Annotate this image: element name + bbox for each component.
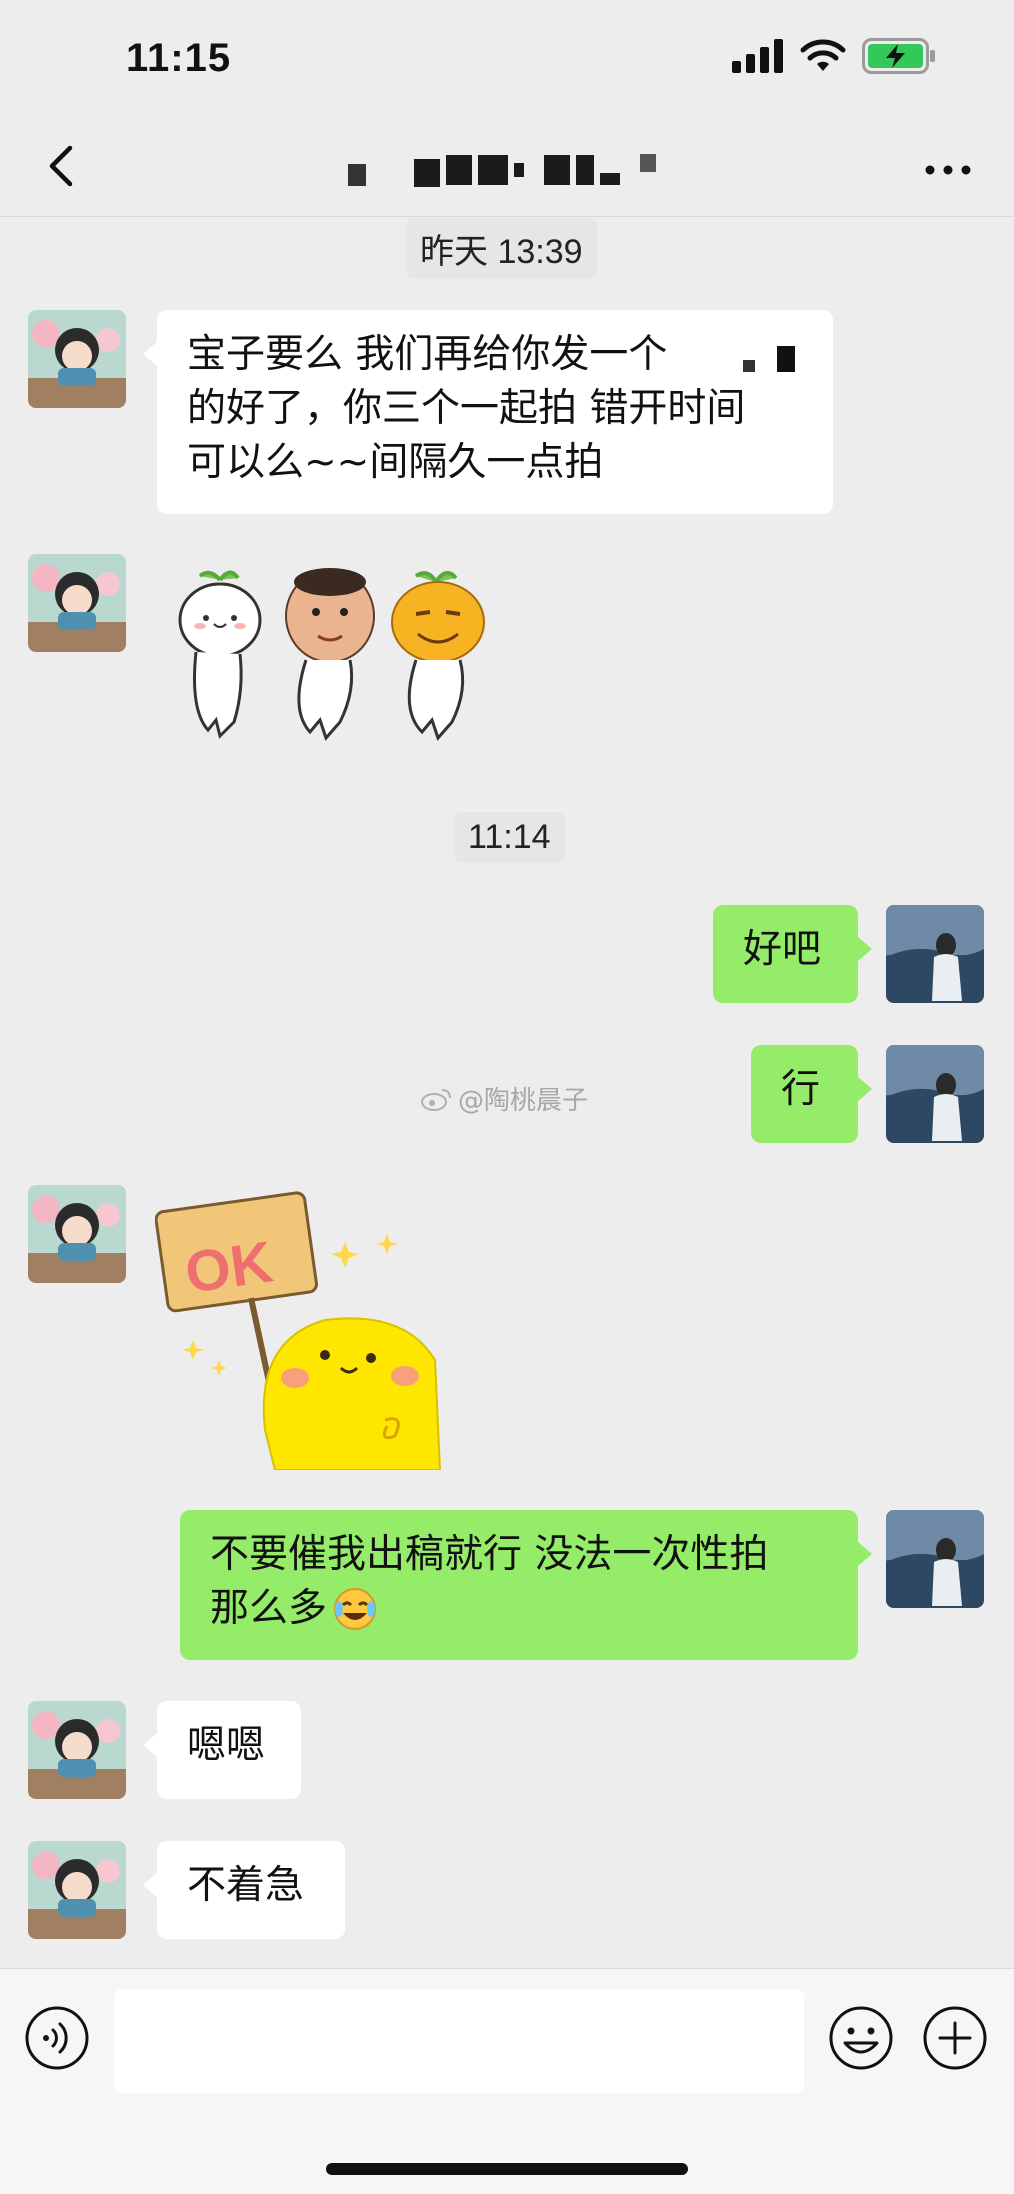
- timestamp: 昨天 13:39: [406, 218, 597, 279]
- contact-avatar[interactable]: [28, 310, 126, 408]
- message-text: 好吧: [743, 927, 822, 972]
- sticker-three-dancers[interactable]: [160, 560, 510, 750]
- chat-header: [0, 120, 1014, 217]
- plus-icon[interactable]: [922, 2005, 988, 2071]
- voice-input-icon[interactable]: [24, 2005, 90, 2071]
- watermark: @陶桃晨子: [420, 1080, 588, 1117]
- message-text-line: 的好了，你三个一起拍 错开时间: [187, 386, 746, 431]
- status-time: 11:15: [126, 36, 232, 80]
- timestamp: 11:14: [454, 812, 565, 863]
- contact-avatar[interactable]: [28, 1185, 126, 1283]
- message-text-line: 不要催我出稿就行 没法一次性拍: [210, 1532, 769, 1577]
- message-bubble-received[interactable]: 不着急: [143, 1841, 345, 1939]
- contact-avatar[interactable]: [28, 554, 126, 652]
- self-avatar[interactable]: [886, 1510, 984, 1608]
- status-bar: 11:15: [0, 0, 1014, 120]
- battery-charging-icon: [862, 38, 935, 74]
- message-text-line: 那么多: [210, 1582, 828, 1636]
- weibo-logo-icon: [421, 1088, 451, 1111]
- message-bubble-received[interactable]: 嗯嗯: [143, 1701, 301, 1799]
- sticker-ok-chick[interactable]: OK: [155, 1190, 445, 1470]
- message-text: 不着急: [187, 1863, 305, 1908]
- self-avatar[interactable]: [886, 1045, 984, 1143]
- message-text: 嗯嗯: [187, 1723, 266, 1768]
- message-text: 行: [781, 1067, 821, 1112]
- input-bar: [0, 1968, 1014, 2194]
- message-bubble-sent[interactable]: 不要催我出稿就行 没法一次性拍 那么多: [180, 1510, 872, 1660]
- message-text-line: 宝子要么 我们再给你发一个: [187, 328, 803, 382]
- message-bubble-sent[interactable]: 好吧: [713, 905, 872, 1003]
- sticker-ok-text: OK: [181, 1229, 276, 1305]
- watermark-text: @陶桃晨子: [458, 1086, 589, 1116]
- chat-title-redacted: [340, 150, 656, 190]
- sticker-orange-figure: [391, 570, 485, 741]
- home-indicator: [326, 2163, 688, 2175]
- message-bubble-received[interactable]: 宝子要么 我们再给你发一个 的好了，你三个一起拍 错开时间 可以么~~间隔久一点…: [143, 310, 833, 514]
- sticker-sprout-figure: [178, 570, 262, 739]
- chevron-left-icon[interactable]: [32, 136, 92, 196]
- emoji-icon[interactable]: [828, 2005, 894, 2071]
- wifi-icon: [800, 39, 846, 71]
- more-options-icon[interactable]: [918, 150, 978, 190]
- cellular-signal-icon: [732, 39, 783, 73]
- status-icons: [732, 38, 936, 74]
- message-bubble-sent[interactable]: 行: [751, 1045, 872, 1143]
- contact-avatar[interactable]: [28, 1701, 126, 1799]
- sticker-baby-face-figure: [285, 568, 375, 741]
- contact-avatar[interactable]: [28, 1841, 126, 1939]
- message-text-line: 可以么~~间隔久一点拍: [187, 440, 604, 485]
- self-avatar[interactable]: [886, 905, 984, 1003]
- redacted-block: [743, 346, 795, 372]
- laughing-crying-emoji-icon: [334, 1588, 377, 1630]
- message-input[interactable]: [114, 1989, 804, 2093]
